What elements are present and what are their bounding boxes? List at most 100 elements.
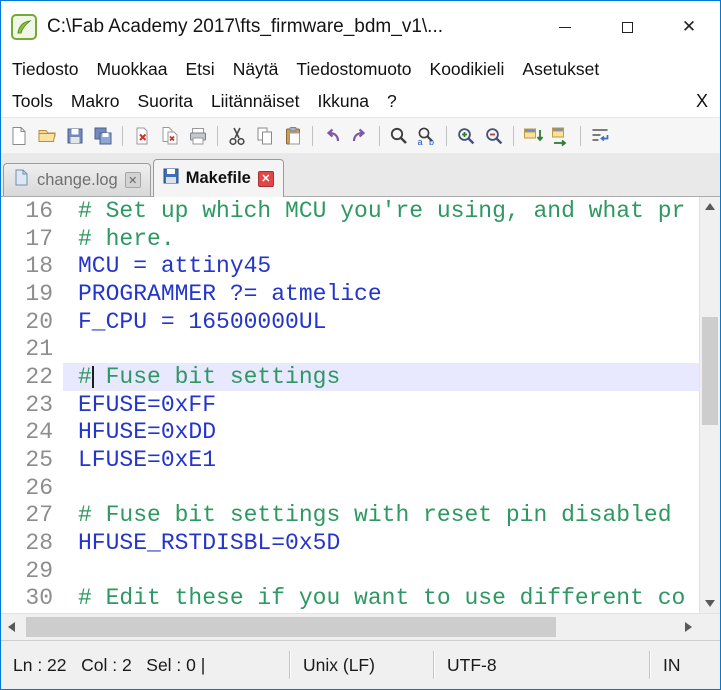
menu-item-suorita[interactable]: Suorita xyxy=(128,91,201,112)
line-number: 18 xyxy=(25,253,53,280)
replace-icon[interactable]: ab xyxy=(414,123,440,149)
app-window: C:\Fab Academy 2017\fts_firmware_bdm_v1\… xyxy=(0,0,721,690)
arrow-up-icon xyxy=(705,203,715,210)
code-text[interactable] xyxy=(63,474,699,502)
tab-close-icon[interactable]: ✕ xyxy=(257,170,274,187)
redo-icon[interactable] xyxy=(347,123,373,149)
word-wrap-icon[interactable] xyxy=(587,123,613,149)
minimize-button[interactable] xyxy=(534,1,596,53)
menu-row-2: Tools Makro Suorita Liitännäiset Ikkuna? X xyxy=(1,86,720,117)
toolbar-separator xyxy=(513,125,514,146)
code-text[interactable]: LFUSE=0xE1 xyxy=(63,446,699,474)
copy-icon[interactable] xyxy=(252,123,278,149)
horizontal-scrollbar-thumb[interactable] xyxy=(26,617,556,637)
code-text[interactable]: # Set up which MCU you're using, and wha… xyxy=(63,197,699,225)
arrow-left-icon xyxy=(8,622,15,632)
close-all-icon[interactable] xyxy=(157,123,183,149)
close-button[interactable]: ✕ xyxy=(658,1,720,53)
status-bar: Ln : 22 Col : 2 Sel : 0 | Unix (LF) UTF-… xyxy=(1,640,720,689)
window-title: C:\Fab Academy 2017\fts_firmware_bdm_v1\… xyxy=(47,16,444,37)
editor-line-29: 29 xyxy=(1,557,699,585)
menu-item-ikkuna[interactable]: Ikkuna xyxy=(308,91,378,112)
sync-vertical-icon[interactable] xyxy=(520,123,546,149)
code-text[interactable]: # Fuse bit settings with reset pin disab… xyxy=(63,502,699,530)
editor-line-27: 27 # Fuse bit settings with reset pin dis… xyxy=(1,502,699,530)
code-text[interactable] xyxy=(63,557,699,585)
cursor-position-status: Ln : 22 Col : 2 Sel : 0 | xyxy=(13,654,206,675)
arrow-down-icon xyxy=(705,600,715,607)
close-file-icon[interactable] xyxy=(129,123,155,149)
code-text[interactable]: HFUSE_RSTDISBL=0x5D xyxy=(63,529,699,557)
svg-text:a: a xyxy=(418,137,423,147)
code-text[interactable]: HFUSE=0xDD xyxy=(63,419,699,447)
new-file-icon[interactable] xyxy=(6,123,32,149)
undo-icon[interactable] xyxy=(319,123,345,149)
sync-horizontal-icon[interactable] xyxy=(548,123,574,149)
code-text[interactable] xyxy=(63,335,699,363)
line-number: 17 xyxy=(25,225,53,252)
find-icon[interactable] xyxy=(386,123,412,149)
menu-item-liit-nn-iset[interactable]: Liitännäiset xyxy=(202,91,309,112)
menu-row-1: Tiedosto Muokkaa Etsi Näytä Tiedostomuoto Koo… xyxy=(1,53,720,86)
code-text[interactable]: # Fuse bit settings xyxy=(63,363,699,391)
editor-line-21: 21 xyxy=(1,335,699,363)
line-number: 21 xyxy=(25,336,53,363)
scroll-up-button[interactable] xyxy=(700,197,720,216)
file-icon xyxy=(13,169,30,191)
code-text[interactable]: # here. xyxy=(63,225,699,253)
editor-area: 16 # Set up which MCU you're using, and w… xyxy=(1,197,720,613)
code-lines[interactable]: 16 # Set up which MCU you're using, and w… xyxy=(1,197,699,613)
scrollbar-corner xyxy=(699,614,720,640)
code-text[interactable]: F_CPU = 16500000UL xyxy=(63,308,699,336)
menu-item-asetukset[interactable]: Asetukset xyxy=(513,59,608,80)
maximize-button[interactable] xyxy=(596,1,658,53)
tab-label: change.log xyxy=(37,170,118,189)
menu-item-tiedostomuoto[interactable]: Tiedostomuoto xyxy=(287,59,420,80)
scroll-right-button[interactable] xyxy=(678,614,699,640)
line-number: 22 xyxy=(25,363,53,390)
vertical-scrollbar-thumb[interactable] xyxy=(702,317,718,425)
toolbar: ab xyxy=(1,117,720,153)
line-number: 16 xyxy=(25,197,53,224)
editor-line-30: 30 # Edit these if you want to use differ… xyxy=(1,585,699,613)
code-text[interactable]: PROGRAMMER ?= atmelice xyxy=(63,280,699,308)
cut-icon[interactable] xyxy=(224,123,250,149)
code-text[interactable]: EFUSE=0xFF xyxy=(63,391,699,419)
line-number: 28 xyxy=(25,530,53,557)
code-text[interactable]: # Edit these if you want to use differen… xyxy=(63,585,699,613)
horizontal-scrollbar-track[interactable] xyxy=(22,614,678,640)
menu-item-etsi[interactable]: Etsi xyxy=(177,59,224,80)
open-folder-icon[interactable] xyxy=(34,123,60,149)
menu-item-muokkaa[interactable]: Muokkaa xyxy=(87,59,176,80)
tab-change-log[interactable]: change.log ✕ xyxy=(3,163,151,196)
editor-line-19: 19 PROGRAMMER ?= atmelice xyxy=(1,280,699,308)
print-icon[interactable] xyxy=(185,123,211,149)
zoom-in-icon[interactable] xyxy=(453,123,479,149)
menu-item-n-yt[interactable]: Näytä xyxy=(224,59,288,80)
line-number: 27 xyxy=(25,502,53,529)
zoom-out-icon[interactable] xyxy=(481,123,507,149)
toolbar-separator xyxy=(580,125,581,146)
menu-item-help[interactable]: ? xyxy=(378,91,406,112)
title-bar: C:\Fab Academy 2017\fts_firmware_bdm_v1\… xyxy=(1,1,720,53)
insert-mode-status: IN xyxy=(663,654,681,675)
editor-line-23: 23 EFUSE=0xFF xyxy=(1,391,699,419)
scroll-left-button[interactable] xyxy=(1,614,22,640)
menu-item-tiedosto[interactable]: Tiedosto xyxy=(3,59,87,80)
scroll-down-button[interactable] xyxy=(700,594,720,613)
horizontal-scrollbar[interactable] xyxy=(1,613,720,640)
menu-item-tools[interactable]: Tools xyxy=(3,91,62,112)
save-all-icon[interactable] xyxy=(90,123,116,149)
menu-item-koodikieli[interactable]: Koodikieli xyxy=(421,59,514,80)
paste-icon[interactable] xyxy=(280,123,306,149)
close-document-button[interactable]: X xyxy=(684,91,720,112)
tab-close-icon[interactable]: ✕ xyxy=(124,172,141,188)
toolbar-separator xyxy=(379,125,380,146)
save-icon[interactable] xyxy=(62,123,88,149)
vertical-scrollbar[interactable] xyxy=(699,197,720,613)
tab-makefile[interactable]: Makefile ✕ xyxy=(152,159,284,197)
menu-item-makro[interactable]: Makro xyxy=(62,91,129,112)
toolbar-separator xyxy=(217,125,218,146)
code-text[interactable]: MCU = attiny45 xyxy=(63,252,699,280)
line-number: 25 xyxy=(25,447,53,474)
